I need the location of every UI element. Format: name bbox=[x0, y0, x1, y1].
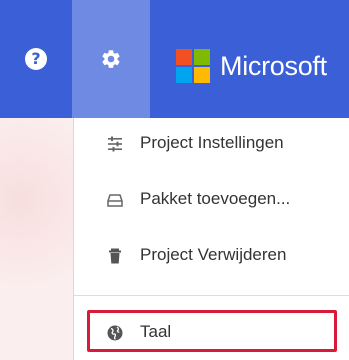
menu-item-language[interactable]: Taal bbox=[74, 321, 349, 345]
menu-item-label: Project Verwijderen bbox=[140, 245, 287, 264]
menu-item-add-package[interactable]: Pakket toevoegen... bbox=[74, 188, 349, 212]
help-circle-icon: ? bbox=[25, 48, 47, 70]
brand-name: Microsoft bbox=[220, 50, 327, 81]
menu-item-project-settings[interactable]: Project Instellingen bbox=[74, 132, 349, 156]
top-bar: ? Microsoft bbox=[0, 0, 349, 118]
brand: Microsoft bbox=[176, 49, 327, 83]
globe-icon bbox=[107, 325, 123, 341]
package-icon bbox=[107, 194, 123, 207]
sliders-icon bbox=[108, 136, 122, 152]
settings-dropdown-menu: Project Instellingen Pakket toevoegen...… bbox=[73, 118, 349, 360]
logo-square-yellow bbox=[194, 67, 210, 83]
logo-square-green bbox=[194, 49, 210, 65]
menu-item-label: Taal bbox=[140, 322, 172, 341]
menu-item-label: Project Instellingen bbox=[140, 133, 284, 152]
screen: ? Microsoft Project Instellingen Pakket … bbox=[0, 0, 349, 360]
menu-divider bbox=[74, 295, 349, 296]
menu-item-label: Pakket toevoegen... bbox=[140, 189, 291, 208]
menu-item-delete-project[interactable]: Project Verwijderen bbox=[74, 244, 349, 268]
help-button[interactable]: ? bbox=[0, 0, 72, 118]
settings-button[interactable] bbox=[72, 0, 150, 118]
logo-square-blue bbox=[176, 67, 192, 83]
trash-icon bbox=[109, 248, 121, 264]
logo-square-red bbox=[176, 49, 192, 65]
microsoft-logo-icon bbox=[176, 49, 210, 83]
gear-icon bbox=[102, 50, 120, 68]
